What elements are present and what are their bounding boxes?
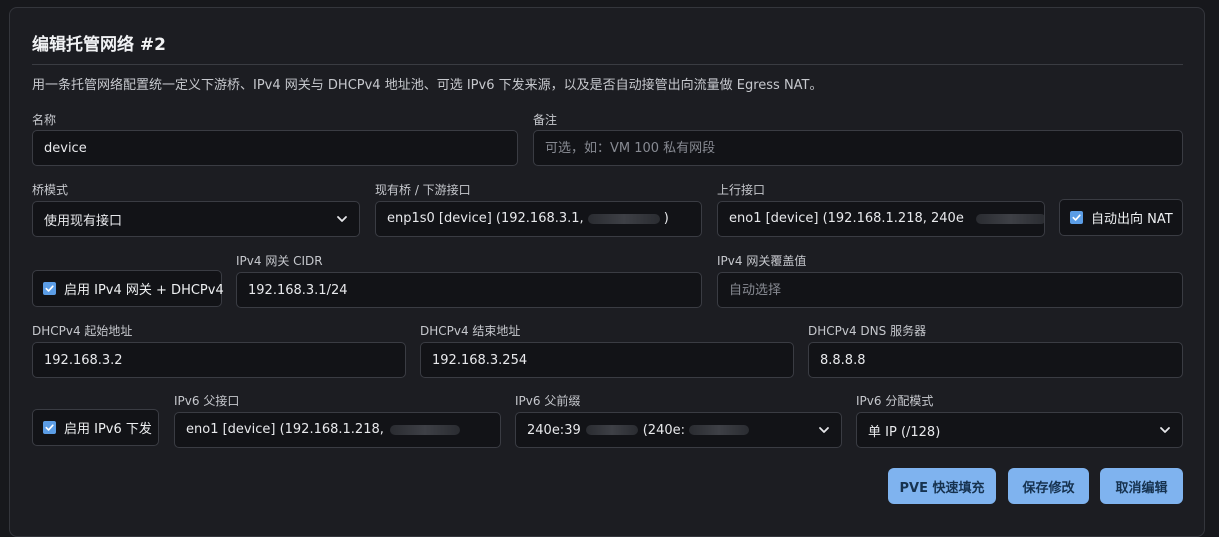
- ipv6-enable-checkbox[interactable]: 启用 IPv6 下发: [32, 409, 159, 446]
- ipv6-mode-value: 单 IP (/128): [868, 424, 941, 440]
- save-button[interactable]: 保存修改: [1008, 468, 1089, 504]
- ipv6-prefix-start: 240e:39: [527, 422, 581, 438]
- dhcp-start-label: DHCPv4 起始地址: [32, 324, 133, 338]
- ipv6-parent-iface-label: IPv6 父接口: [174, 394, 240, 408]
- ipv6-parent-iface-value: eno1 [device] (192.168.1.218,: [186, 422, 384, 437]
- existing-bridge-label: 现有桥 / 下游接口: [375, 183, 471, 197]
- ipv6-parent-prefix-select[interactable]: 240e:39 (240e:: [515, 412, 842, 448]
- remark-input[interactable]: [533, 130, 1183, 166]
- name-label: 名称: [32, 113, 57, 127]
- chevron-down-icon: [1160, 427, 1170, 433]
- ipv6-prefix-mid: (240e:: [642, 422, 685, 438]
- ipv4-cidr-label: IPv4 网关 CIDR: [236, 254, 323, 268]
- pve-quick-fill-button[interactable]: PVE 快速填充: [888, 468, 996, 504]
- chevron-down-icon: [337, 216, 347, 222]
- chevron-down-icon: [819, 427, 829, 433]
- uplink-input[interactable]: eno1 [device] (192.168.1.218, 240e: [717, 201, 1045, 237]
- ipv4-override-label: IPv4 网关覆盖值: [717, 254, 807, 268]
- dhcp-dns-label: DHCPv4 DNS 服务器: [808, 324, 927, 338]
- uplink-label: 上行接口: [717, 183, 766, 197]
- remark-label: 备注: [533, 113, 558, 127]
- dhcp-end-label: DHCPv4 结束地址: [420, 324, 521, 338]
- ipv6-parent-iface-input[interactable]: eno1 [device] (192.168.1.218,: [174, 412, 501, 448]
- checkbox-box: [1070, 211, 1083, 224]
- name-input[interactable]: [32, 130, 518, 166]
- bridge-mode-value: 使用现有接口: [44, 213, 123, 229]
- redacted-mask: [585, 425, 638, 435]
- ipv6-parent-prefix-label: IPv6 父前缀: [515, 394, 581, 408]
- page-description: 用一条托管网络配置统一定义下游桥、IPv4 网关与 DHCPv4 地址池、可选 …: [32, 78, 823, 93]
- existing-bridge-input[interactable]: enp1s0 [device] (192.168.3.1,): [375, 201, 702, 237]
- checkbox-box: [43, 421, 56, 434]
- check-icon: [45, 285, 54, 292]
- ipv6-enable-label: 启用 IPv6 下发: [64, 422, 152, 437]
- dhcp-start-input[interactable]: [32, 342, 406, 378]
- check-icon: [1072, 214, 1081, 221]
- auto-nat-label: 自动出向 NAT: [1091, 212, 1173, 227]
- redacted-mask: [975, 213, 1044, 224]
- ipv6-mode-select[interactable]: 单 IP (/128): [856, 412, 1183, 448]
- page-title: 编辑托管网络 #2: [32, 35, 166, 55]
- edit-managed-network-panel: 编辑托管网络 #2 用一条托管网络配置统一定义下游桥、IPv4 网关与 DHCP…: [9, 7, 1205, 537]
- ipv4-override-input[interactable]: [717, 272, 1183, 308]
- ipv4-cidr-input[interactable]: [236, 272, 702, 308]
- redacted-mask: [389, 424, 460, 435]
- existing-bridge-value-end: ): [663, 211, 669, 226]
- ipv6-mode-label: IPv6 分配模式: [856, 394, 934, 408]
- bridge-mode-label: 桥模式: [32, 183, 69, 197]
- cancel-edit-button[interactable]: 取消编辑: [1100, 468, 1183, 504]
- checkbox-box: [43, 282, 56, 295]
- existing-bridge-value: enp1s0 [device] (192.168.3.1,: [387, 211, 584, 226]
- dhcp-end-input[interactable]: [420, 342, 794, 378]
- check-icon: [45, 424, 54, 431]
- bridge-mode-select[interactable]: 使用现有接口: [32, 201, 360, 237]
- redacted-mask: [689, 425, 749, 435]
- ipv6-parent-prefix-value: 240e:39 (240e:: [527, 423, 749, 438]
- ipv4-gateway-label: 启用 IPv4 网关 + DHCPv4: [64, 283, 224, 298]
- auto-nat-checkbox[interactable]: 自动出向 NAT: [1059, 199, 1183, 236]
- ipv4-gateway-checkbox[interactable]: 启用 IPv4 网关 + DHCPv4: [32, 270, 224, 307]
- uplink-value: eno1 [device] (192.168.1.218, 240e: [729, 211, 964, 226]
- dhcp-dns-input[interactable]: [808, 342, 1183, 378]
- title-divider: [32, 64, 1183, 65]
- redacted-mask: [587, 213, 660, 224]
